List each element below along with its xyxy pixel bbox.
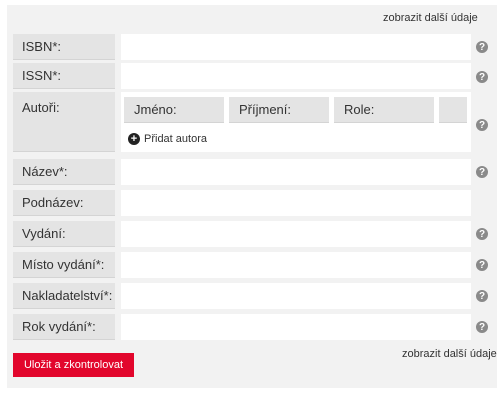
title-label: Název*: <box>13 159 115 185</box>
publisher-row: Nakladatelství*: <box>13 283 471 309</box>
edition-input[interactable] <box>121 221 471 247</box>
place-label: Místo vydání*: <box>13 252 115 278</box>
add-author-button[interactable]: + Přidat autora <box>128 133 207 145</box>
isbn-row: ISBN*: <box>13 34 471 60</box>
author-extra-field[interactable] <box>439 97 467 123</box>
book-form-panel: zobrazit další údaje ISBN*: ? ISSN*: ? A… <box>7 5 497 388</box>
save-and-check-button[interactable]: Uložit a zkontrolovat <box>13 353 134 377</box>
authors-area: Jméno: Příjmení: Role: + Přidat autora <box>121 92 471 152</box>
publisher-label: Nakladatelství*: <box>13 283 115 309</box>
show-more-link-top[interactable]: zobrazit další údaje <box>383 12 478 24</box>
year-input[interactable] <box>121 314 471 340</box>
place-row: Místo vydání*: <box>13 252 471 278</box>
author-lastname-field[interactable]: Příjmení: <box>229 97 329 123</box>
year-help-icon[interactable]: ? <box>476 321 488 333</box>
author-role-field[interactable]: Role: <box>334 97 434 123</box>
subtitle-label: Podnázev: <box>13 190 115 216</box>
year-label: Rok vydání*: <box>13 314 115 340</box>
add-author-label: Přidat autora <box>144 133 207 145</box>
title-help-icon[interactable]: ? <box>476 166 488 178</box>
publisher-input[interactable] <box>121 283 471 309</box>
year-row: Rok vydání*: <box>13 314 471 340</box>
authors-label: Autoři: <box>13 92 115 152</box>
issn-label: ISSN*: <box>13 63 115 89</box>
isbn-help-icon[interactable]: ? <box>476 41 488 53</box>
issn-input[interactable] <box>121 63 471 89</box>
issn-row: ISSN*: <box>13 63 471 89</box>
title-row: Název*: <box>13 159 471 185</box>
title-input[interactable] <box>121 159 471 185</box>
authors-help-icon[interactable]: ? <box>476 119 488 131</box>
edition-label: Vydání: <box>13 221 115 247</box>
subtitle-row: Podnázev: <box>13 190 471 216</box>
author-firstname-field[interactable]: Jméno: <box>124 97 224 123</box>
edition-row: Vydání: <box>13 221 471 247</box>
isbn-label: ISBN*: <box>13 34 115 60</box>
publisher-help-icon[interactable]: ? <box>476 290 488 302</box>
place-input[interactable] <box>121 252 471 278</box>
isbn-input[interactable] <box>121 34 471 60</box>
plus-circle-icon: + <box>128 133 140 145</box>
edition-help-icon[interactable]: ? <box>476 228 488 240</box>
place-help-icon[interactable]: ? <box>476 259 488 271</box>
issn-help-icon[interactable]: ? <box>476 71 488 83</box>
show-more-link-bottom[interactable]: zobrazit další údaje <box>402 348 497 360</box>
authors-row: Autoři: Jméno: Příjmení: Role: + Přidat … <box>13 92 471 152</box>
subtitle-input[interactable] <box>121 190 471 216</box>
